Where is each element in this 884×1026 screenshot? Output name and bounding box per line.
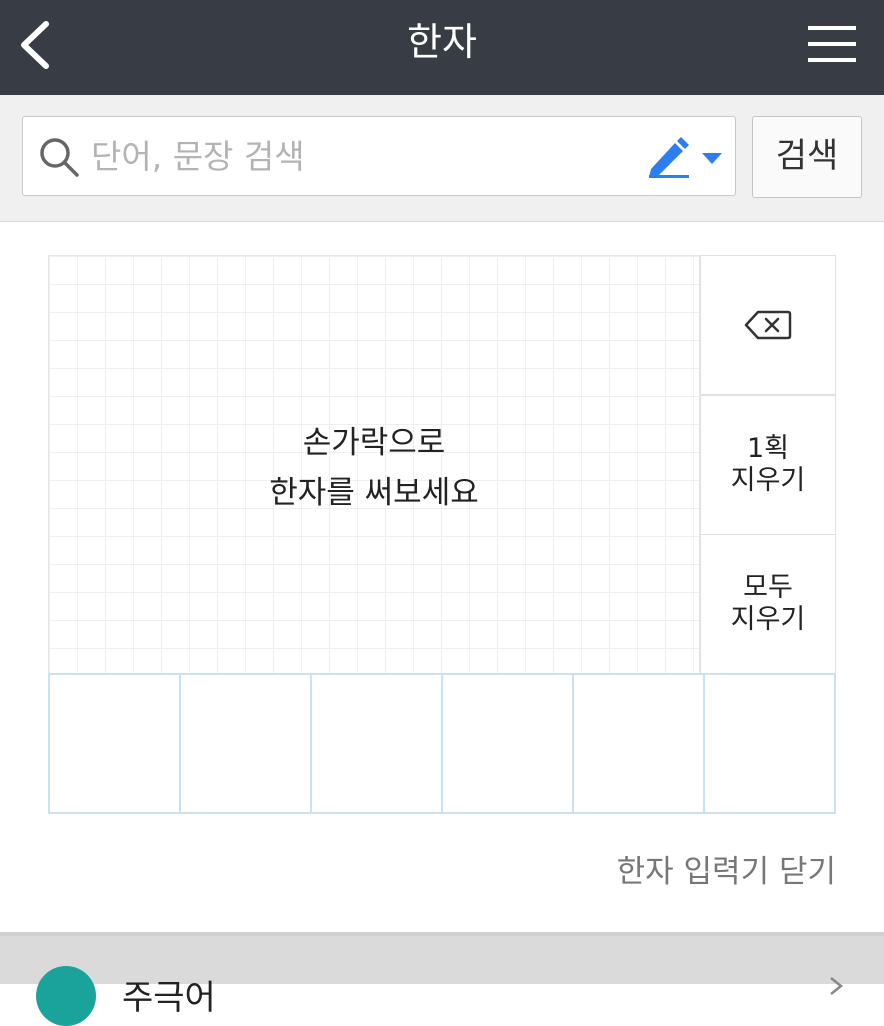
candidate-cell[interactable]: [703, 673, 836, 814]
backspace-button[interactable]: [700, 255, 836, 395]
app-header: 한자: [0, 0, 884, 95]
search-bar: 검색: [0, 95, 884, 222]
hamburger-menu-icon[interactable]: [806, 22, 858, 66]
pen-icon[interactable]: [645, 135, 693, 179]
chevron-down-icon[interactable]: [701, 151, 723, 165]
pad-hint-line2: 한자를 써보세요: [269, 475, 479, 511]
search-button[interactable]: 검색: [752, 116, 862, 198]
close-hanja-input-link[interactable]: 한자 입력기 닫기: [617, 846, 836, 891]
search-box: [22, 116, 736, 196]
candidate-cell[interactable]: [310, 673, 443, 814]
candidate-cell[interactable]: [441, 673, 574, 814]
backspace-icon: [744, 310, 792, 340]
undo-stroke-label-line1: 1획: [746, 433, 790, 464]
chevron-right-icon: [830, 977, 844, 995]
pad-hint-line1: 손가락으로: [302, 425, 446, 461]
handwriting-pad[interactable]: 손가락으로 한자를 써보세요: [48, 255, 700, 674]
avatar: [36, 966, 96, 1026]
bottom-list-item[interactable]: 주극어: [0, 932, 884, 1026]
clear-all-label-line1: 모두: [743, 572, 793, 603]
candidate-cell[interactable]: [572, 673, 705, 814]
search-icon: [40, 138, 79, 177]
undo-stroke-button[interactable]: 1획 지우기: [700, 395, 836, 535]
clear-all-button[interactable]: 모두 지우기: [700, 534, 836, 674]
page-title: 한자: [407, 20, 477, 64]
search-input[interactable]: [91, 125, 571, 187]
candidate-cell[interactable]: [48, 673, 181, 814]
undo-stroke-label-line2: 지우기: [730, 465, 806, 496]
bottom-item-label: 주극어: [122, 978, 216, 1018]
candidate-row: [48, 673, 836, 814]
candidate-cell[interactable]: [179, 673, 312, 814]
clear-all-label-line2: 지우기: [730, 604, 806, 635]
